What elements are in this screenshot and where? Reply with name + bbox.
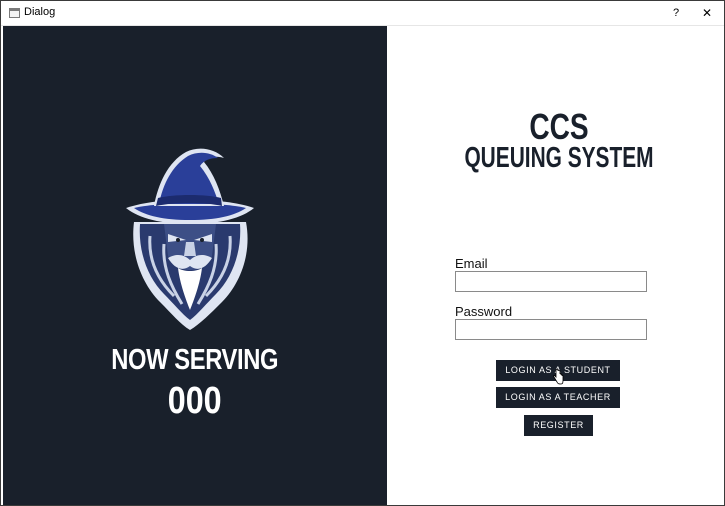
login-teacher-button[interactable]: LOGIN AS A TEACHER <box>496 387 620 408</box>
password-label: Password <box>455 304 513 319</box>
close-button[interactable]: ✕ <box>696 3 718 23</box>
title-bar[interactable]: Dialog ? ✕ <box>1 1 724 26</box>
wizard-icon <box>126 148 254 330</box>
now-serving-label: NOW SERVING <box>111 344 279 376</box>
now-serving-panel: NOW SERVING 000 <box>3 26 387 505</box>
help-button[interactable]: ? <box>666 3 686 23</box>
hand-cursor-icon <box>553 369 564 385</box>
window-title: Dialog <box>24 6 56 18</box>
email-field[interactable] <box>455 271 647 292</box>
password-field[interactable] <box>455 319 647 340</box>
login-panel: CCS QUEUING SYSTEM Email Password LOGIN … <box>387 26 723 505</box>
system-title-queuing: QUEUING SYSTEM <box>464 142 654 174</box>
window-app-icon <box>9 8 20 18</box>
register-button[interactable]: REGISTER <box>524 415 593 436</box>
dialog-window: Dialog ? ✕ NOW SERVING 000 CCS QUEUING S… <box>0 0 725 506</box>
email-label: Email <box>455 256 488 271</box>
queue-number: 000 <box>167 380 222 422</box>
